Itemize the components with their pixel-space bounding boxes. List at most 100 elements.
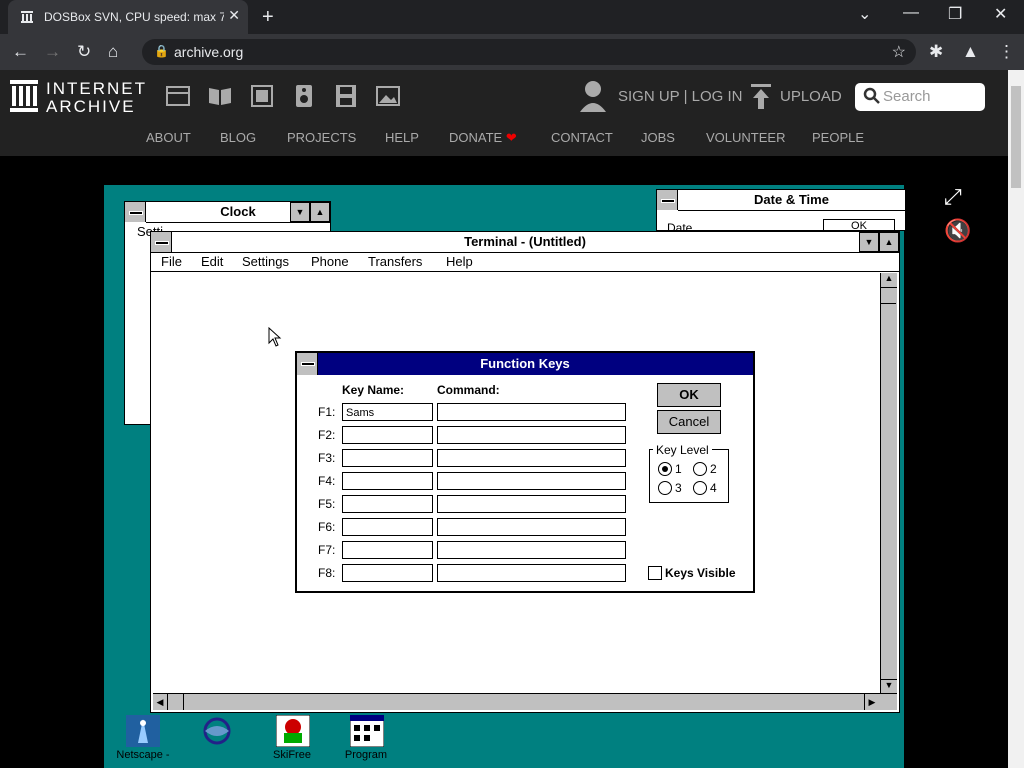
command-header: Command: <box>437 383 500 397</box>
scroll-up-icon[interactable]: ▲ <box>881 273 897 288</box>
terminal-vertical-scrollbar[interactable]: ▲ ▼ <box>880 273 897 694</box>
f4-keyname-input[interactable] <box>342 472 433 490</box>
level-2-radio[interactable] <box>693 462 707 476</box>
terminal-maximize-icon[interactable]: ▲ <box>879 232 899 252</box>
f6-keyname-input[interactable] <box>342 518 433 536</box>
function-keys-dialog[interactable]: Function Keys Key Name: Command: F1: Sam… <box>295 351 755 593</box>
f2-command-input[interactable] <box>437 426 626 444</box>
f3-keyname-input[interactable] <box>342 449 433 467</box>
new-tab-button[interactable]: + <box>262 6 274 29</box>
f1-command-input[interactable] <box>437 403 626 421</box>
menu-transfers[interactable]: Transfers <box>368 254 422 269</box>
program-manager-label[interactable]: Program <box>326 749 406 761</box>
cancel-button[interactable]: Cancel <box>657 410 721 434</box>
scroll-down-icon[interactable]: ▼ <box>881 679 897 694</box>
f7-keyname-input[interactable] <box>342 541 433 559</box>
dialog-system-menu-icon[interactable] <box>297 353 318 375</box>
netscape-icon[interactable] <box>126 715 160 747</box>
clock-maximize-icon[interactable]: ▲ <box>310 202 330 222</box>
hscroll-thumb[interactable] <box>168 694 184 710</box>
tab-search-icon[interactable]: ⌄ <box>858 4 871 24</box>
reload-icon[interactable]: ↻ <box>77 42 91 62</box>
f3-command-input[interactable] <box>437 449 626 467</box>
labs-icon[interactable]: ▲ <box>962 42 979 62</box>
software-icon[interactable] <box>334 85 358 107</box>
menu-blog[interactable]: BLOG <box>220 130 256 145</box>
menu-projects[interactable]: PROJECTS <box>287 130 356 145</box>
clock-system-menu-icon[interactable] <box>125 202 146 222</box>
f2-keyname-input[interactable] <box>342 426 433 444</box>
back-icon[interactable]: ← <box>12 42 29 62</box>
video-icon[interactable] <box>250 85 274 107</box>
menu-settings[interactable]: Settings <box>242 254 289 269</box>
scroll-thumb[interactable] <box>881 288 896 304</box>
search-input[interactable]: Search <box>855 83 985 111</box>
browser-tab[interactable]: DOSBox SVN, CPU speed: max 7 ✕ <box>8 0 248 34</box>
f7-command-input[interactable] <box>437 541 626 559</box>
menu-volunteer[interactable]: VOLUNTEER <box>706 130 785 145</box>
datetime-system-menu-icon[interactable] <box>657 190 678 210</box>
f4-command-input[interactable] <box>437 472 626 490</box>
minimize-icon[interactable]: — <box>903 4 919 22</box>
menu-phone[interactable]: Phone <box>311 254 349 269</box>
ok-button[interactable]: OK <box>657 383 721 407</box>
address-bar[interactable]: 🔒 archive.org ☆ <box>142 39 916 65</box>
terminal-horizontal-scrollbar[interactable]: ◀ ▶ <box>153 693 897 710</box>
archive-brand[interactable]: INTERNET ARCHIVE <box>46 80 147 116</box>
keys-visible-label: Keys Visible <box>665 566 736 580</box>
upload-icon[interactable] <box>750 84 772 110</box>
archive-logo-icon[interactable] <box>10 80 38 112</box>
datetime-window[interactable]: Date & Time Date OK <box>656 189 906 235</box>
menu-contact[interactable]: CONTACT <box>551 130 613 145</box>
f1-keyname-input[interactable]: Sams <box>342 403 433 421</box>
scroll-left-icon[interactable]: ◀ <box>153 694 168 710</box>
menu-help-win[interactable]: Help <box>446 254 473 269</box>
skifree-icon[interactable] <box>276 715 310 747</box>
home-icon[interactable]: ⌂ <box>108 42 118 62</box>
f8-command-input[interactable] <box>437 564 626 582</box>
level-1-radio[interactable] <box>658 462 672 476</box>
user-avatar-icon[interactable] <box>578 80 608 112</box>
audio-icon[interactable] <box>292 85 316 107</box>
skifree-label[interactable]: SkiFree <box>252 749 332 761</box>
close-window-icon[interactable]: ✕ <box>994 4 1007 24</box>
f8-keyname-input[interactable] <box>342 564 433 582</box>
netscape-label[interactable]: Netscape - <box>103 749 183 761</box>
scroll-right-icon[interactable]: ▶ <box>864 694 879 710</box>
restore-icon[interactable]: ❐ <box>948 4 962 24</box>
images-icon[interactable] <box>376 85 400 107</box>
close-tab-icon[interactable]: ✕ <box>228 7 240 24</box>
page-scrollbar-thumb[interactable] <box>1011 86 1021 188</box>
menu-people[interactable]: PEOPLE <box>812 130 864 145</box>
menu-donate[interactable]: DONATE ❤ <box>449 130 517 146</box>
keys-visible-checkbox[interactable] <box>648 566 662 580</box>
menu-about[interactable]: ABOUT <box>146 130 191 145</box>
f1-label: F1: <box>318 405 336 419</box>
menu-jobs[interactable]: JOBS <box>641 130 675 145</box>
f5-keyname-input[interactable] <box>342 495 433 513</box>
extensions-icon[interactable]: ✱ <box>929 42 943 62</box>
signup-login-link[interactable]: SIGN UP | LOG IN <box>618 88 742 105</box>
dialog-title: Function Keys <box>480 356 570 371</box>
forward-icon[interactable]: → <box>44 42 61 62</box>
globe-network-icon[interactable] <box>200 715 234 747</box>
search-placeholder: Search <box>883 88 931 105</box>
f6-command-input[interactable] <box>437 518 626 536</box>
level-3-radio[interactable] <box>658 481 672 495</box>
menu-help[interactable]: HELP <box>385 130 419 145</box>
mute-icon[interactable]: 🔇 <box>944 218 971 244</box>
more-menu-icon[interactable]: ⋮ <box>998 42 1015 62</box>
clock-minimize-icon[interactable]: ▼ <box>290 202 310 222</box>
fullscreen-icon[interactable]: ⤢ <box>944 184 962 210</box>
terminal-system-menu-icon[interactable] <box>151 232 172 252</box>
terminal-minimize-icon[interactable]: ▼ <box>859 232 879 252</box>
upload-link[interactable]: UPLOAD <box>780 88 842 105</box>
f5-command-input[interactable] <box>437 495 626 513</box>
menu-edit[interactable]: Edit <box>201 254 223 269</box>
level-4-radio[interactable] <box>693 481 707 495</box>
menu-file[interactable]: File <box>161 254 182 269</box>
texts-icon[interactable] <box>208 85 232 107</box>
web-icon[interactable] <box>166 85 190 107</box>
bookmark-star-icon[interactable]: ☆ <box>892 42 906 62</box>
program-manager-icon[interactable] <box>350 715 384 747</box>
